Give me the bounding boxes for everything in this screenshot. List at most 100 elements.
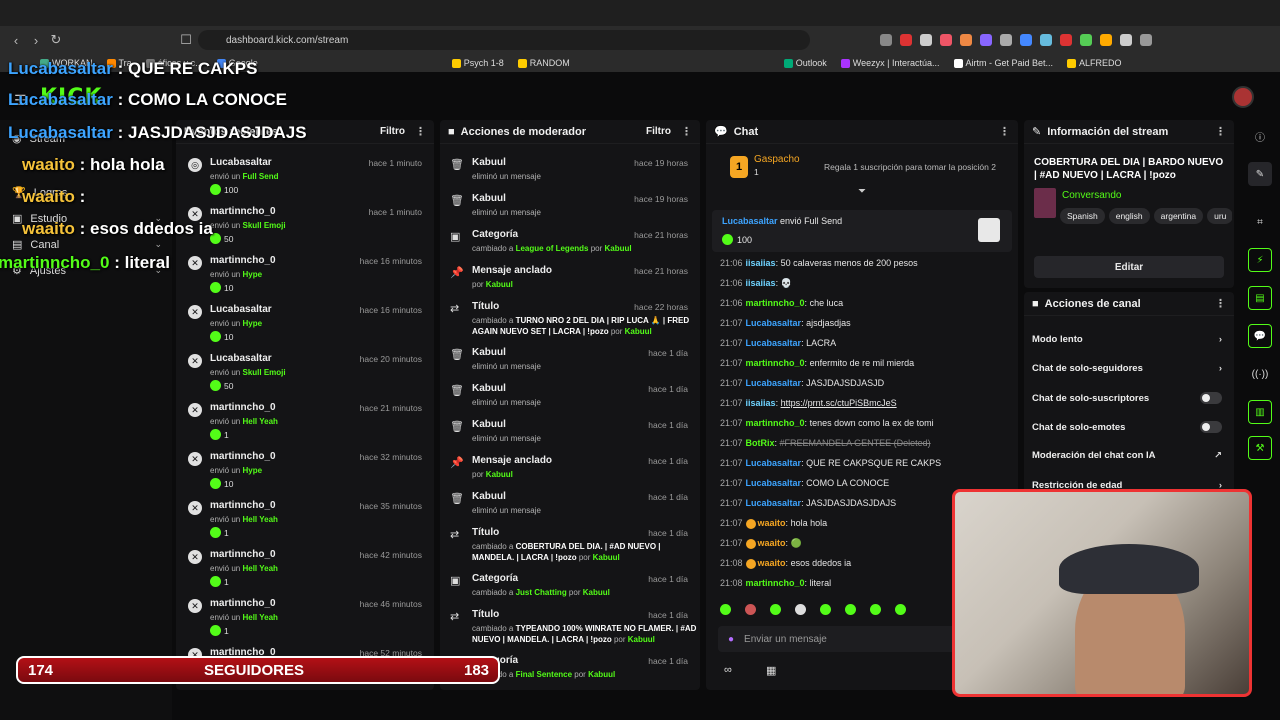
event-user[interactable]: martinncho_0 [210, 255, 276, 266]
tools-icon[interactable]: ⚒ [1248, 436, 1272, 460]
event-user[interactable]: martinncho_0 [210, 549, 276, 560]
chat-input[interactable]: ● Enviar un mensaje [718, 626, 958, 652]
emote-icon[interactable] [820, 604, 831, 615]
emote-icon[interactable] [845, 604, 856, 615]
event-amount: 100 [210, 184, 238, 195]
chat-username[interactable]: BotRix [746, 438, 775, 448]
chat-username[interactable]: Lucabasaltar [746, 458, 802, 468]
extension-icon[interactable] [1000, 34, 1012, 46]
bookmark-item[interactable]: Psych 1-8 [451, 58, 504, 68]
forward-icon[interactable]: › [26, 30, 46, 50]
chat-username[interactable]: waaito [758, 518, 786, 528]
emote-icon[interactable] [745, 604, 756, 615]
chat-bubble-icon[interactable]: 💬 [1248, 324, 1272, 348]
more-icon[interactable]: ⋮ [415, 125, 426, 138]
extension-icon[interactable] [1040, 34, 1052, 46]
avatar[interactable] [1232, 86, 1254, 108]
crop-icon[interactable]: ⌗ [1248, 210, 1272, 234]
emote-icon[interactable] [895, 604, 906, 615]
chat-username[interactable]: waaito [758, 558, 786, 568]
emote-picker-icon[interactable]: ∞ [724, 664, 732, 676]
address-bar[interactable]: dashboard.kick.com/stream [198, 30, 810, 50]
bookmark-icon[interactable]: ☐ [176, 30, 196, 50]
edit-button[interactable]: Editar [1034, 256, 1224, 278]
chat-username[interactable]: Lucabasaltar [746, 318, 802, 328]
more-icon[interactable]: ⋮ [1215, 297, 1226, 310]
top-gifter-name[interactable]: Gaspacho [754, 154, 800, 165]
emotes-only-toggle[interactable] [1200, 421, 1222, 433]
pencil-icon[interactable]: ✎ [1248, 162, 1272, 186]
extension-icon[interactable] [920, 34, 932, 46]
extension-icon[interactable] [1140, 34, 1152, 46]
chat-username[interactable]: iisaiias [746, 258, 776, 268]
extension-icon[interactable] [960, 34, 972, 46]
chat-username[interactable]: Lucabasaltar [746, 378, 802, 388]
extension-icon[interactable] [1020, 34, 1032, 46]
ai-moderation-item[interactable]: Moderación del chat con IA ↗ [1032, 450, 1222, 461]
back-icon[interactable]: ‹ [6, 30, 26, 50]
chat-username[interactable]: iisaiias [746, 278, 776, 288]
extension-icon[interactable] [1120, 34, 1132, 46]
extension-icon[interactable] [880, 34, 892, 46]
overlay-chat-line: martinncho_0 : literal [0, 253, 170, 273]
info-icon[interactable]: ⓘ [1248, 124, 1272, 148]
event-user[interactable]: martinncho_0 [210, 598, 276, 609]
highlight-user[interactable]: Lucabasaltar [722, 216, 778, 226]
event-user[interactable]: Lucabasaltar [210, 157, 272, 168]
filter-button[interactable]: Filtro [646, 126, 671, 137]
chat-text[interactable]: https://prnt.sc/ctuPiSBmcJeS [781, 398, 897, 408]
extension-icon[interactable] [980, 34, 992, 46]
bookmark-item[interactable]: Outlook [783, 58, 827, 68]
chat-username[interactable]: waaito [758, 538, 786, 548]
gift-cta[interactable]: Regala 1 suscripción para tomar la posic… [824, 162, 996, 172]
event-user[interactable]: Lucabasaltar [210, 353, 272, 364]
mod-action-title: Categoría [472, 229, 519, 240]
extension-icon[interactable] [940, 34, 952, 46]
extension-icon[interactable] [900, 34, 912, 46]
chat-username[interactable]: martinncho_0 [746, 358, 805, 368]
emote-icon[interactable] [720, 604, 731, 615]
broadcast-icon[interactable]: ((·)) [1248, 362, 1272, 386]
sidebar-item-canal[interactable]: ▤ Canal ⌄ [12, 238, 162, 252]
bolt-icon[interactable]: ⚡ [1248, 248, 1272, 272]
shop-icon[interactable]: ▦ [766, 664, 776, 677]
event-user[interactable]: Lucabasaltar [210, 304, 272, 315]
chat-text: JASJDAJSDJASJD [806, 378, 885, 388]
mic-icon[interactable]: ● [728, 634, 734, 645]
more-icon[interactable]: ⋮ [681, 125, 692, 138]
more-icon[interactable]: ⋮ [1215, 125, 1226, 138]
slow-mode-item[interactable]: Modo lento › [1032, 334, 1222, 345]
emote-icon[interactable] [770, 604, 781, 615]
chat-username[interactable]: martinncho_0 [746, 418, 805, 428]
chat-username[interactable]: martinncho_0 [746, 578, 805, 588]
extension-icon[interactable] [1080, 34, 1092, 46]
followers-only-item[interactable]: Chat de solo-seguidores › [1032, 363, 1222, 374]
chat-username[interactable]: Lucabasaltar [746, 338, 802, 348]
event-user[interactable]: martinncho_0 [210, 451, 276, 462]
emote-icon[interactable] [795, 604, 806, 615]
bookmark-item[interactable]: RANDOM [517, 58, 570, 68]
chat-username[interactable]: iisaiias [746, 398, 776, 408]
pin-icon[interactable]: ⏷ [858, 186, 866, 197]
chat-username[interactable]: martinncho_0 [746, 298, 805, 308]
event-user[interactable]: martinncho_0 [210, 500, 276, 511]
layout-icon[interactable]: ▥ [1248, 400, 1272, 424]
bookmark-item[interactable]: Weezyx | Interactúa... [840, 58, 940, 68]
bookmark-item[interactable]: Airtm - Get Paid Bet... [953, 58, 1053, 68]
event-user[interactable]: martinncho_0 [210, 206, 276, 217]
trash-icon: 🗑 [450, 385, 464, 397]
more-icon[interactable]: ⋮ [999, 125, 1010, 138]
event-user[interactable]: martinncho_0 [210, 402, 276, 413]
extension-icon[interactable] [1060, 34, 1072, 46]
subscribers-only-toggle[interactable] [1200, 392, 1222, 404]
stream-category[interactable]: Conversando [1062, 190, 1121, 201]
clipboard-icon[interactable]: ▤ [1248, 286, 1272, 310]
bookmark-item[interactable]: ALFREDO [1067, 58, 1122, 68]
folder-icon [1067, 58, 1077, 68]
filter-button[interactable]: Filtro [380, 126, 405, 137]
chat-username[interactable]: Lucabasaltar [746, 478, 802, 488]
reload-icon[interactable]: ↻ [46, 30, 66, 50]
extension-icon[interactable] [1100, 34, 1112, 46]
emote-icon[interactable] [870, 604, 881, 615]
chat-username[interactable]: Lucabasaltar [746, 498, 802, 508]
